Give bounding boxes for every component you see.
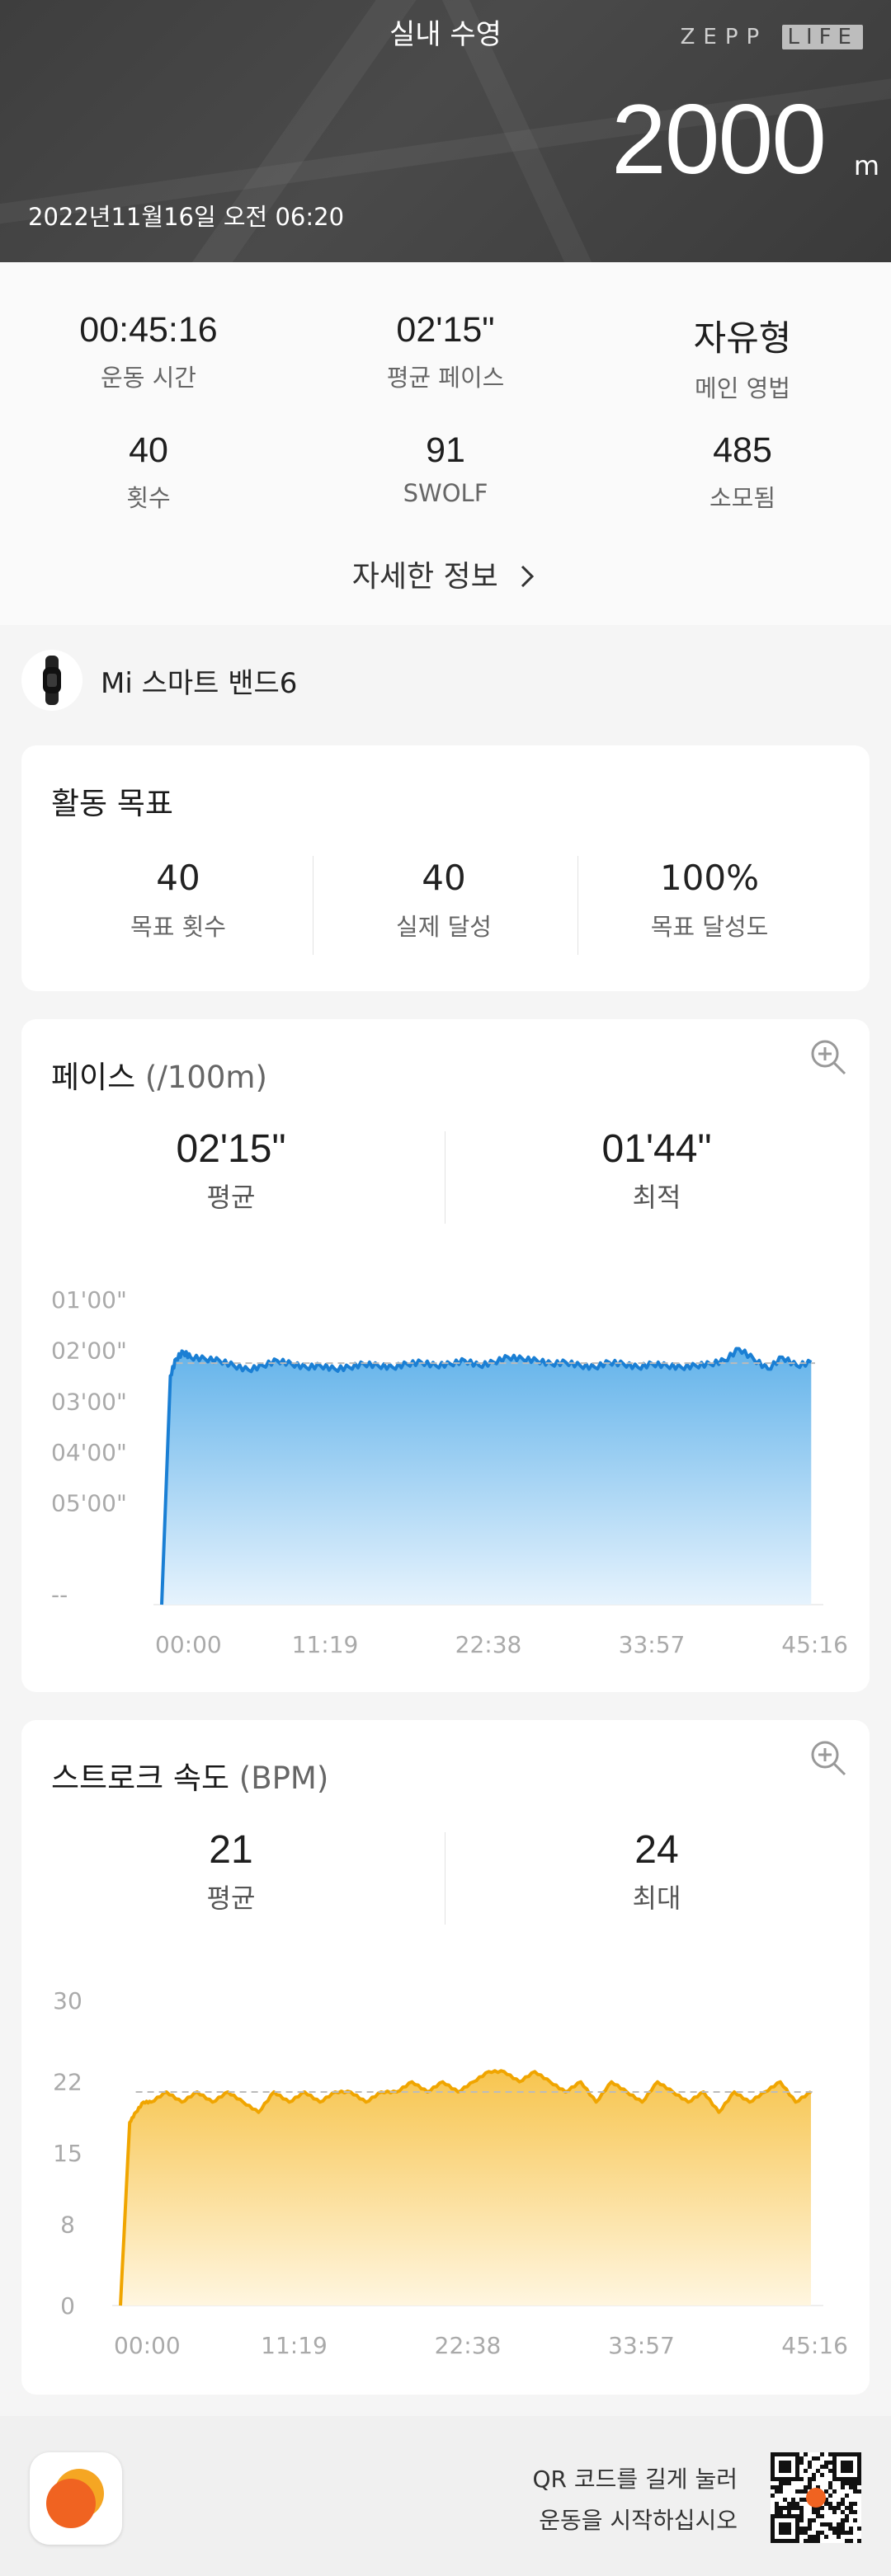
y-tick-label: 0 bbox=[60, 2292, 75, 2320]
avg-pace-stat: 02'15" 평균 페이스 bbox=[386, 310, 505, 392]
qr-instruction: QR 코드를 길게 눌러 운동을 시작하십시오 bbox=[532, 2466, 738, 2534]
chevron-right-icon bbox=[521, 565, 535, 588]
stroke-title: 스트로크 속도 (BPM) bbox=[51, 1760, 329, 1796]
total-distance: 2000 bbox=[611, 84, 827, 195]
goal-target: 40 목표 횟수 bbox=[130, 858, 226, 941]
pace-chart: 01'00" 02'00" 03'00" 04'00" 05'00" -- 00:00 11:… bbox=[51, 1286, 848, 1658]
more-details-link[interactable]: 자세한 정보 bbox=[0, 552, 891, 595]
y-tick-label: 15 bbox=[53, 2140, 82, 2167]
pace-card: 페이스 (/100m) 02'15" 평균 01'44" 최적 01'00" 02'0… bbox=[21, 1019, 870, 1692]
pace-best: 01'44" 최적 bbox=[601, 1127, 712, 1213]
x-tick-label: 45:16 bbox=[781, 1631, 848, 1658]
y-tick-label: 02'00" bbox=[51, 1337, 127, 1365]
y-tick-label: 01'00" bbox=[51, 1286, 127, 1314]
goal-title: 활동 목표 bbox=[51, 786, 173, 821]
x-tick-label: 45:16 bbox=[781, 2332, 848, 2359]
share-footer: QR 코드를 길게 눌러 운동을 시작하십시오 bbox=[0, 2416, 891, 2576]
main-stroke-stat: 자유형 메인 영법 bbox=[693, 319, 792, 402]
stroke-max: 24 최대 bbox=[632, 1828, 681, 1914]
duration-stat: 00:45:16 운동 시간 bbox=[79, 310, 218, 392]
y-tick-label: 04'00" bbox=[51, 1439, 127, 1466]
distance-unit: m bbox=[853, 150, 879, 181]
workout-summary: 00:45:16 운동 시간 02'15" 평균 페이스 자유형 메인 영법 40 횟수… bbox=[0, 262, 891, 625]
laps-stat: 40 횟수 bbox=[126, 430, 171, 512]
x-tick-label: 22:38 bbox=[455, 1631, 522, 1658]
swolf-stat: 91 SWOLF bbox=[403, 430, 488, 507]
series-area bbox=[120, 2071, 811, 2306]
y-tick-label: -- bbox=[51, 1582, 68, 1609]
y-tick-label: 05'00" bbox=[51, 1490, 127, 1517]
x-tick-label: 00:00 bbox=[114, 2332, 181, 2359]
activity-goal-card: 활동 목표 40 목표 횟수 40 실제 달성 100% 목표 달성도 bbox=[21, 745, 870, 991]
x-tick-label: 33:57 bbox=[608, 2332, 675, 2359]
device-name: Mi 스마트 밴드6 bbox=[101, 666, 298, 700]
y-tick-label: 8 bbox=[60, 2211, 75, 2238]
pace-title: 페이스 (/100m) bbox=[51, 1060, 267, 1095]
x-tick-label: 33:57 bbox=[619, 1631, 686, 1658]
zoom-in-icon[interactable] bbox=[808, 1738, 848, 1778]
device-row[interactable]: Mi 스마트 밴드6 bbox=[21, 650, 297, 711]
calories-stat: 485 소모됨 bbox=[709, 430, 776, 512]
series-area bbox=[162, 1348, 812, 1605]
x-tick-label: 22:38 bbox=[435, 2332, 502, 2359]
zepp-life-app-icon bbox=[30, 2452, 122, 2545]
stroke-average: 21 평균 bbox=[206, 1828, 256, 1914]
goal-percent: 100% 목표 달성도 bbox=[650, 858, 769, 941]
y-tick-label: 22 bbox=[53, 2069, 82, 2096]
x-tick-label: 11:19 bbox=[261, 2332, 328, 2359]
goal-actual: 40 실제 달성 bbox=[396, 858, 492, 941]
qr-code[interactable] bbox=[771, 2452, 861, 2543]
stroke-rate-card: 스트로크 속도 (BPM) 21 평균 24 최대 30 22 15 8 0 00:00 11:… bbox=[21, 1720, 870, 2395]
y-tick-label: 30 bbox=[53, 1987, 82, 2014]
pace-average: 02'15" 평균 bbox=[176, 1127, 286, 1213]
band-icon bbox=[21, 650, 82, 711]
workout-datetime: 2022년11월16일 오전 06:20 bbox=[28, 203, 345, 231]
zepp-life-logo: ZEPP LIFE bbox=[681, 25, 863, 49]
x-tick-label: 00:00 bbox=[155, 1631, 222, 1658]
workout-header: 실내 수영 ZEPP LIFE 2000 m 2022년11월16일 오전 06… bbox=[0, 0, 891, 262]
stroke-chart: 30 22 15 8 0 00:00 11:19 22:38 33:57 45:16 bbox=[53, 1987, 848, 2359]
zoom-in-icon[interactable] bbox=[808, 1037, 848, 1077]
y-tick-label: 03'00" bbox=[51, 1388, 127, 1415]
x-tick-label: 11:19 bbox=[292, 1631, 359, 1658]
